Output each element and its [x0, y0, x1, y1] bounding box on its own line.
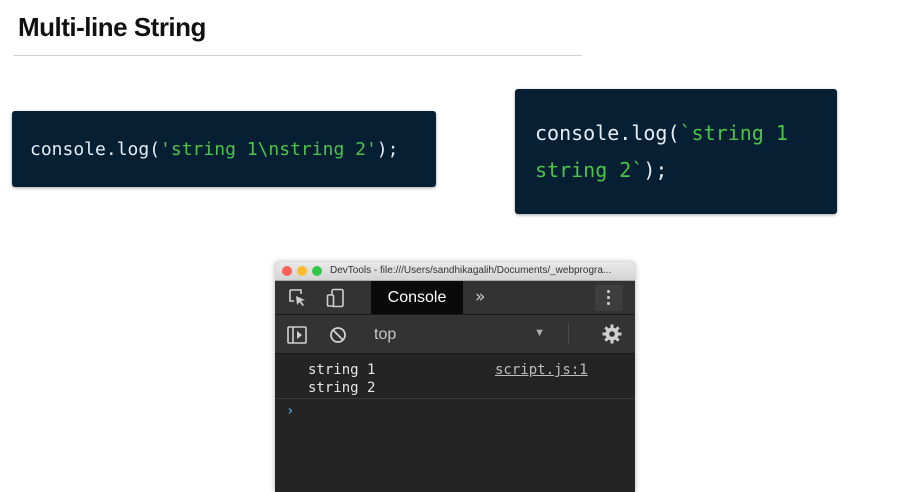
log-source-link[interactable]: script.js:1	[495, 362, 588, 378]
zoom-window-button[interactable]	[312, 266, 322, 276]
window-title: DevTools - file:///Users/sandhikagalih/D…	[330, 265, 612, 276]
dropdown-arrow-icon: ▼	[534, 327, 545, 339]
device-toolbar-icon[interactable]	[326, 288, 346, 313]
code-call-end: );	[643, 158, 668, 182]
customize-menu-button[interactable]	[595, 285, 623, 311]
console-filter-bar: top ▼	[275, 315, 635, 354]
code-example-template-literal: console.log(`string 1 string 2`);	[515, 89, 837, 214]
code-example-escape: console.log('string 1\nstring 2');	[12, 111, 436, 187]
devtools-window: DevTools - file:///Users/sandhikagalih/D…	[275, 262, 635, 492]
log-message-line: string 2	[308, 380, 376, 396]
code-call: console.log(	[535, 121, 680, 145]
code-template-literal-end: string 2`	[535, 158, 644, 182]
toolbar-divider	[568, 323, 569, 345]
close-window-button[interactable]	[282, 266, 292, 276]
log-message-line: string 1	[308, 362, 376, 378]
title-divider	[14, 55, 582, 56]
code-line-2: string 2`);	[535, 158, 667, 182]
tab-console[interactable]: Console	[371, 281, 463, 314]
clear-console-icon[interactable]	[329, 326, 347, 349]
code-string-literal: 'string 1\nstring 2'	[160, 139, 377, 160]
window-titlebar: DevTools - file:///Users/sandhikagalih/D…	[275, 262, 635, 281]
settings-gear-icon[interactable]	[602, 324, 622, 349]
code-line-1: console.log(`string 1	[535, 121, 788, 145]
inspect-element-icon[interactable]	[288, 288, 308, 313]
code-call: console.log(	[30, 139, 161, 160]
execution-context-select[interactable]: top ▼	[361, 321, 553, 347]
console-log-entry: string 1 string 2 script.js:1	[275, 354, 635, 399]
more-tabs-button[interactable]: »	[475, 287, 485, 307]
code-line: console.log('string 1\nstring 2');	[30, 139, 398, 160]
execution-context-value: top	[374, 326, 397, 343]
sidebar-toggle-icon[interactable]	[287, 326, 307, 349]
console-input[interactable]	[303, 400, 623, 422]
slide-title: Multi-line String	[18, 12, 206, 42]
minimize-window-button[interactable]	[297, 266, 307, 276]
console-prompt-icon: ›	[286, 403, 295, 419]
devtools-toolbar: Console »	[275, 281, 635, 315]
console-output: string 1 string 2 script.js:1 ›	[275, 354, 635, 492]
kebab-menu-icon	[607, 290, 610, 308]
code-call-end: );	[376, 139, 399, 160]
code-template-literal-start: `string 1	[679, 121, 788, 145]
